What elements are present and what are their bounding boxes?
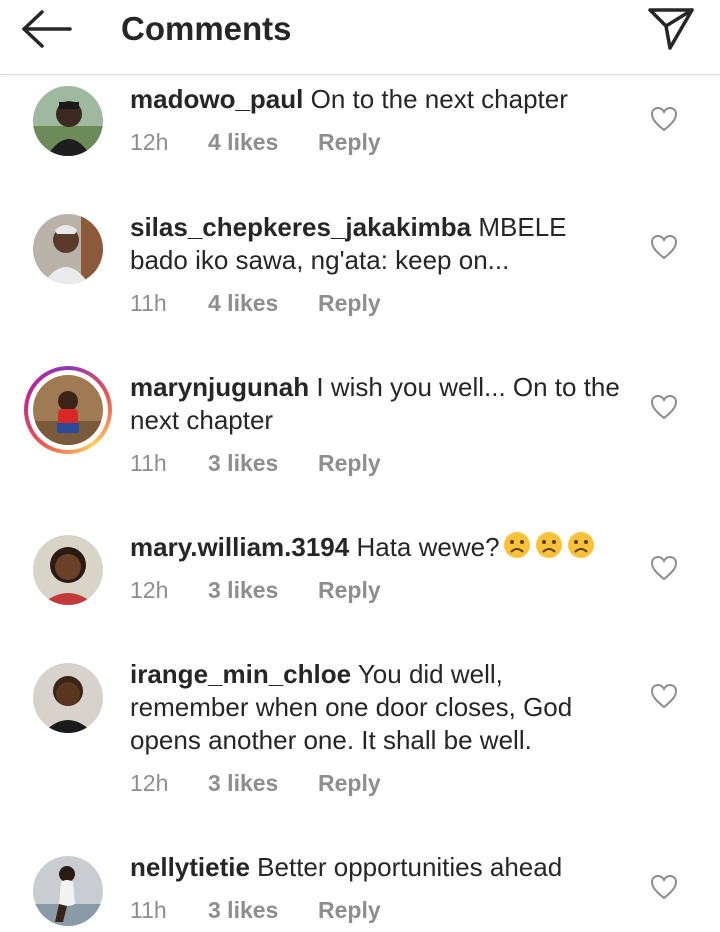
comment-time: 12h (130, 129, 169, 155)
reply-button[interactable]: Reply (318, 129, 381, 156)
avatar[interactable] (33, 856, 103, 926)
comment-body: On to the next chapter (310, 84, 568, 114)
reply-button[interactable]: Reply (318, 770, 381, 797)
comment-likes[interactable]: 3 likes (208, 770, 318, 797)
comment-time: 12h (130, 577, 169, 603)
comment-text: irange_min_chloe You did well, remember … (130, 658, 620, 757)
reply-button[interactable]: Reply (318, 577, 381, 604)
comment-body: Better opportunities ahead (257, 852, 563, 882)
comment-meta: 11h 3 likes Reply (130, 450, 381, 477)
heart-icon[interactable] (650, 106, 678, 132)
comment-likes[interactable]: 4 likes (208, 290, 318, 317)
paper-plane-icon (648, 8, 694, 50)
comment-likes[interactable]: 3 likes (208, 897, 318, 924)
avatar[interactable] (33, 535, 103, 605)
comment-username[interactable]: nellytietie (130, 852, 250, 882)
comment-text: silas_chepkeres_jakakimba MBELE bado iko… (130, 211, 620, 277)
heart-icon[interactable] (650, 394, 678, 420)
avatar[interactable] (33, 86, 103, 156)
avatar[interactable] (33, 214, 103, 284)
heart-icon[interactable] (650, 683, 678, 709)
arrow-left-icon (22, 10, 72, 48)
comment-meta: 12h 4 likes Reply (130, 129, 381, 156)
comment-text: marynjugunah I wish you well... On to th… (130, 371, 620, 437)
avatar[interactable] (33, 663, 103, 733)
back-button[interactable] (18, 6, 78, 52)
comment-meta: 12h 3 likes Reply (130, 577, 381, 604)
comment-meta: 12h 3 likes Reply (130, 770, 381, 797)
comment-meta: 11h 4 likes Reply (130, 290, 381, 317)
frowning-face-emoji (503, 532, 530, 558)
reply-button[interactable]: Reply (318, 290, 381, 317)
comment-body: Hata wewe? (356, 532, 500, 562)
comment-likes[interactable]: 3 likes (208, 577, 318, 604)
comment-text: mary.william.3194 Hata wewe? (130, 530, 620, 564)
comment-time: 11h (130, 290, 167, 316)
comment-username[interactable]: irange_min_chloe (130, 659, 351, 689)
reply-button[interactable]: Reply (318, 450, 381, 477)
comment-username[interactable]: marynjugunah (130, 372, 309, 402)
comment-username[interactable]: mary.william.3194 (130, 532, 349, 562)
comment-time: 11h (130, 450, 167, 476)
heart-icon[interactable] (650, 234, 678, 260)
frowning-face-emoji (567, 532, 594, 558)
comment-item: marynjugunah I wish you well... On to th… (0, 366, 720, 498)
comment-item: silas_chepkeres_jakakimba MBELE bado iko… (0, 208, 720, 338)
page-title: Comments (121, 10, 292, 47)
heart-icon[interactable] (650, 555, 678, 581)
comment-text: madowo_paul On to the next chapter (130, 83, 620, 116)
share-button[interactable] (644, 4, 698, 52)
comment-meta: 11h 3 likes Reply (130, 897, 381, 924)
comment-text: nellytietie Better opportunities ahead (130, 851, 620, 884)
comment-item: irange_min_chloe You did well, remember … (0, 657, 720, 817)
emoji-group (500, 532, 596, 562)
comment-item: nellytietie Better opportunities ahead 1… (0, 850, 720, 932)
story-ring-avatar[interactable] (24, 366, 112, 454)
comment-username[interactable]: silas_chepkeres_jakakimba (130, 212, 471, 242)
comment-time: 12h (130, 770, 169, 796)
comment-likes[interactable]: 3 likes (208, 450, 318, 477)
comment-item: madowo_paul On to the next chapter 12h 4 … (0, 80, 720, 190)
comment-likes[interactable]: 4 likes (208, 129, 318, 156)
frowning-face-emoji (535, 532, 562, 558)
comments-header: Comments (0, 0, 720, 75)
comment-time: 11h (130, 897, 167, 923)
comment-item: mary.william.3194 Hata wewe? 12h 3 likes R… (0, 530, 720, 630)
comment-username[interactable]: madowo_paul (130, 84, 303, 114)
avatar (33, 375, 103, 445)
heart-icon[interactable] (650, 874, 678, 900)
reply-button[interactable]: Reply (318, 897, 381, 924)
